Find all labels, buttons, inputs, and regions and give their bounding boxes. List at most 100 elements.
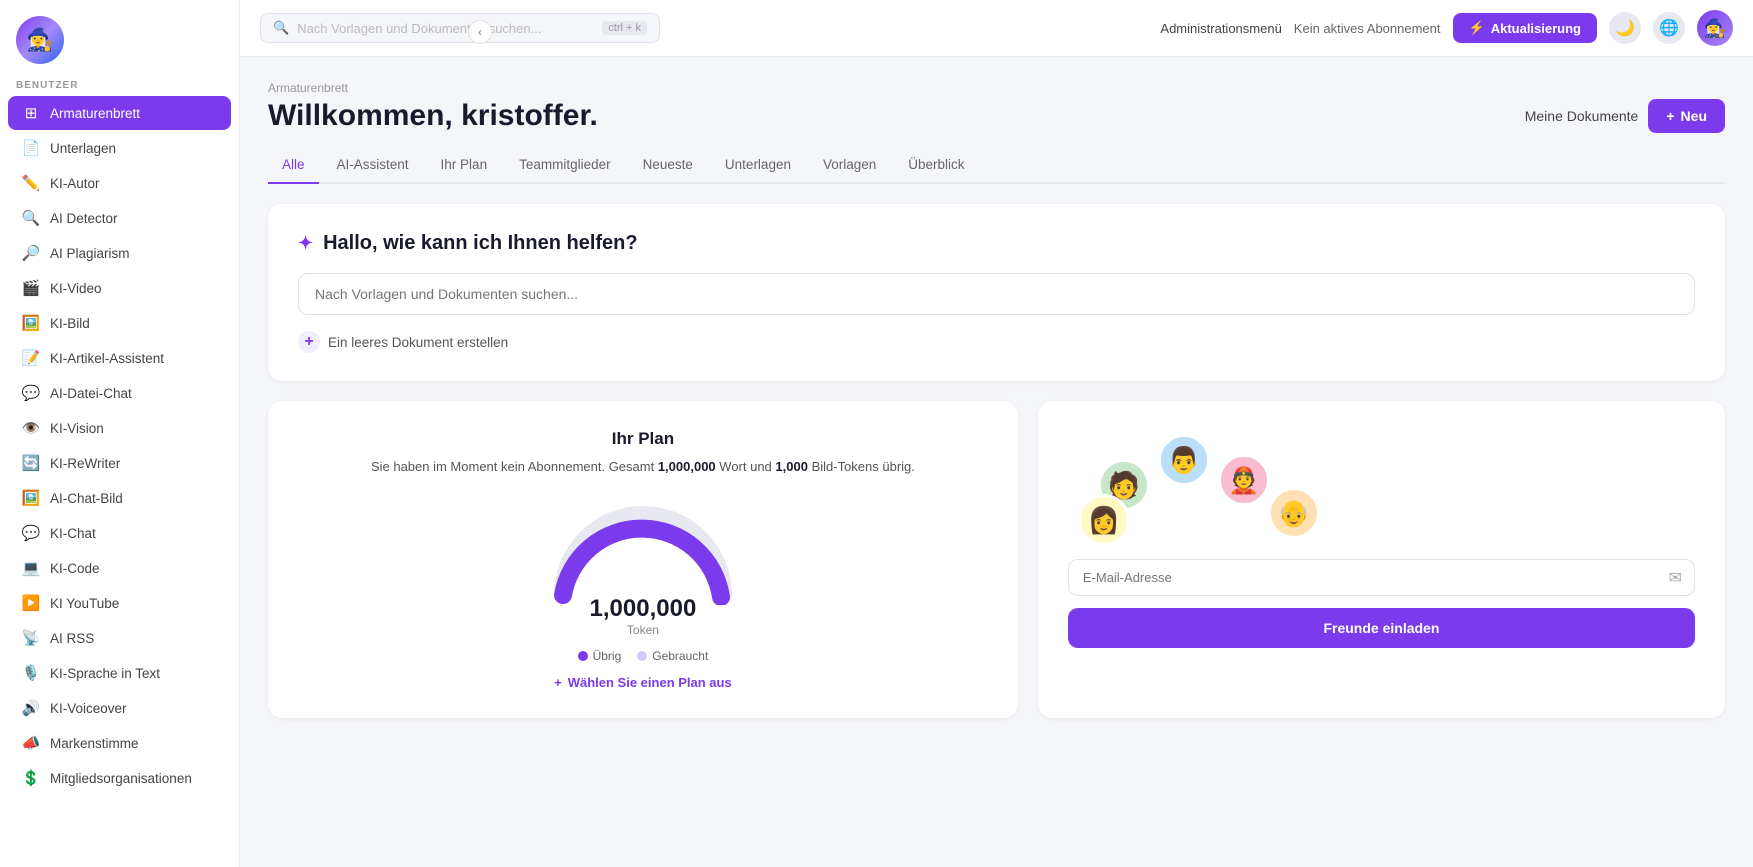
sidebar-icon-ki-sprache: 🎙️ — [22, 664, 40, 682]
sidebar-item-mitglieds[interactable]: 💲 Mitgliedsorganisationen — [8, 761, 231, 795]
assistant-search-input[interactable] — [298, 273, 1695, 315]
plus-icon-plan: + — [554, 675, 562, 690]
sidebar-label-ki-bild: KI-Bild — [50, 316, 90, 331]
sidebar-item-ki-artikel-assistent[interactable]: 📝KI-Artikel-Assistent — [8, 341, 231, 375]
sidebar-label-ai-plagiarism: AI Plagiarism — [50, 246, 130, 261]
my-docs-button[interactable]: Meine Dokumente — [1525, 108, 1639, 124]
sidebar-item-ai-rss[interactable]: 📡 AI RSS — [8, 621, 231, 655]
gauge-label: Token — [590, 623, 697, 637]
sidebar-label-ki-vision: KI-Vision — [50, 421, 104, 436]
sidebar-icon-ai-detector: 🔍 — [22, 209, 40, 227]
sidebar-item-ai-detector[interactable]: 🔍AI Detector — [8, 201, 231, 235]
email-icon: ✉ — [1657, 568, 1694, 588]
sidebar-item-ai-plagiarism[interactable]: 🔎 AI Plagiarism — [8, 236, 231, 270]
lightning-icon: ⚡ — [1469, 20, 1485, 36]
invite-email-input[interactable] — [1069, 560, 1657, 595]
sidebar-item-ki-code[interactable]: 💻KI-Code — [8, 551, 231, 585]
assistant-card: ✦ Hallo, wie kann ich Ihnen helfen? + Ei… — [268, 204, 1725, 381]
sidebar-icon-ai-plagiarism: 🔎 — [22, 244, 40, 262]
sidebar-item-ki-vision[interactable]: 👁️KI-Vision — [8, 411, 231, 445]
sidebar-icon-ki-bild: 🖼️ — [22, 314, 40, 332]
sidebar-item-ki-bild[interactable]: 🖼️ KI-Bild — [8, 306, 231, 340]
sidebar-icon-ki-voiceover: 🔊 — [22, 699, 40, 717]
assistant-title: ✦ Hallo, wie kann ich Ihnen helfen? — [298, 232, 1695, 255]
sidebar-icon-ki-rewriter: 🔄 — [22, 454, 40, 472]
avatar-4: 👩 — [1078, 494, 1130, 546]
sidebar-icon-ki-code: 💻 — [22, 559, 40, 577]
sidebar-item-ki-youtube[interactable]: ▶️ KI YouTube — [8, 586, 231, 620]
sidebar-icon-ki-video: 🎬 — [22, 279, 40, 297]
language-button[interactable]: 🌐 — [1653, 12, 1685, 44]
sidebar-label-unterlagen: Unterlagen — [50, 141, 116, 156]
sidebar-item-ai-datei-chat[interactable]: 💬AI-Datei-Chat — [8, 376, 231, 410]
sidebar-item-ki-sprache[interactable]: 🎙️KI-Sprache in Text — [8, 656, 231, 690]
legend-used: Gebraucht — [637, 649, 708, 663]
avatar-3: 👲 — [1218, 454, 1270, 506]
avatar-2: 👨 — [1158, 434, 1210, 486]
sidebar-label-armaturenbrett: Armaturenbrett — [50, 106, 140, 121]
sidebar-label-ki-youtube: KI YouTube — [50, 596, 119, 611]
tab-unterlagen[interactable]: Unterlagen — [711, 151, 805, 184]
sidebar-label-ai-rss: AI RSS — [50, 631, 94, 646]
sidebar-icon-unterlagen: 📄 — [22, 139, 40, 157]
plan-title: Ihr Plan — [298, 429, 988, 449]
sidebar-icon-mitglieds: 💲 — [22, 769, 40, 787]
sidebar-item-ki-rewriter[interactable]: 🔄KI-ReWriter — [8, 446, 231, 480]
sidebar-label-markenstimme: Markenstimme — [50, 736, 139, 751]
search-shortcut: ctrl + k — [602, 21, 647, 35]
logo-icon: 🧙‍♀️ — [16, 16, 64, 64]
sidebar-icon-ki-youtube: ▶️ — [22, 594, 40, 612]
avatar-5: 👴 — [1268, 487, 1320, 539]
sidebar-item-ai-chat-bild[interactable]: 🖼️AI-Chat-Bild — [8, 481, 231, 515]
select-plan-button[interactable]: + Wählen Sie einen Plan aus — [298, 675, 988, 690]
sidebar-collapse-button[interactable]: ‹ — [468, 20, 492, 44]
gauge-center: 1,000,000 Token — [590, 595, 697, 637]
legend-remaining-dot — [578, 651, 588, 661]
bottom-row: Ihr Plan Sie haben im Moment kein Abonne… — [268, 401, 1725, 718]
new-button[interactable]: + Neu — [1648, 99, 1725, 133]
tabs-row: AlleAI-AssistentIhr PlanTeammitgliederNe… — [268, 151, 1725, 184]
invite-button[interactable]: Freunde einladen — [1068, 608, 1695, 648]
sidebar-icon-ki-artikel-assistent: 📝 — [22, 349, 40, 367]
sidebar-label-ki-voiceover: KI-Voiceover — [50, 701, 127, 716]
tab-ai-assistent[interactable]: AI-Assistent — [323, 151, 423, 184]
legend-used-dot — [637, 651, 647, 661]
sidebar-section-label: BENUTZER — [0, 72, 239, 95]
upgrade-button[interactable]: ⚡ Aktualisierung — [1453, 13, 1597, 43]
sidebar-item-ki-autor[interactable]: ✏️KI-Autor — [8, 166, 231, 200]
sidebar-label-ki-video: KI-Video — [50, 281, 102, 296]
tab-ueberblick[interactable]: Überblick — [894, 151, 978, 184]
tab-ihr-plan[interactable]: Ihr Plan — [427, 151, 502, 184]
sidebar-icon-ai-datei-chat: 💬 — [22, 384, 40, 402]
sidebar-item-markenstimme[interactable]: 📣Markenstimme — [8, 726, 231, 760]
avatar[interactable]: 🧙‍♀️ — [1697, 10, 1733, 46]
tab-teammitglieder[interactable]: Teammitglieder — [505, 151, 625, 184]
dark-mode-toggle[interactable]: 🌙 — [1609, 12, 1641, 44]
sidebar-label-ai-chat-bild: AI-Chat-Bild — [50, 491, 123, 506]
gauge-value: 1,000,000 — [590, 595, 697, 623]
sidebar-item-armaturenbrett[interactable]: ⊞ Armaturenbrett — [8, 96, 231, 130]
title-row: Willkommen, kristoffer. Meine Dokumente … — [268, 99, 1725, 133]
sidebar-icon-ai-rss: 📡 — [22, 629, 40, 647]
topbar-search[interactable]: 🔍 Nach Vorlagen und Dokumenten suchen...… — [260, 13, 660, 43]
sidebar-item-ki-video[interactable]: 🎬 KI-Video — [8, 271, 231, 305]
sidebar-item-ki-voiceover[interactable]: 🔊 KI-Voiceover — [8, 691, 231, 725]
sidebar-label-mitglieds: Mitgliedsorganisationen — [50, 771, 192, 786]
sidebar-label-ki-chat: KI-Chat — [50, 526, 96, 541]
sidebar-item-unterlagen[interactable]: 📄 Unterlagen — [8, 131, 231, 165]
admin-menu-button[interactable]: Administrationsmenü — [1160, 21, 1281, 36]
main-content: 🔍 Nach Vorlagen und Dokumenten suchen...… — [240, 0, 1753, 867]
avatar-cluster: 🧑 👨 👲 👩 👴 — [1068, 429, 1695, 539]
tab-neueste[interactable]: Neueste — [629, 151, 707, 184]
sidebar-item-ki-chat[interactable]: 💬KI-Chat — [8, 516, 231, 550]
tab-alle[interactable]: Alle — [268, 151, 319, 184]
create-blank-button[interactable]: + Ein leeres Dokument erstellen — [298, 331, 1695, 353]
invite-email-row: ✉ — [1068, 559, 1695, 596]
gauge-svg — [543, 495, 743, 605]
sidebar-icon-ki-autor: ✏️ — [22, 174, 40, 192]
legend-remaining: Übrig — [578, 649, 622, 663]
sidebar-icon-armaturenbrett: ⊞ — [22, 104, 40, 122]
gauge: 1,000,000 Token — [298, 495, 988, 637]
plan-description: Sie haben im Moment kein Abonnement. Ges… — [298, 457, 988, 477]
tab-vorlagen[interactable]: Vorlagen — [809, 151, 890, 184]
